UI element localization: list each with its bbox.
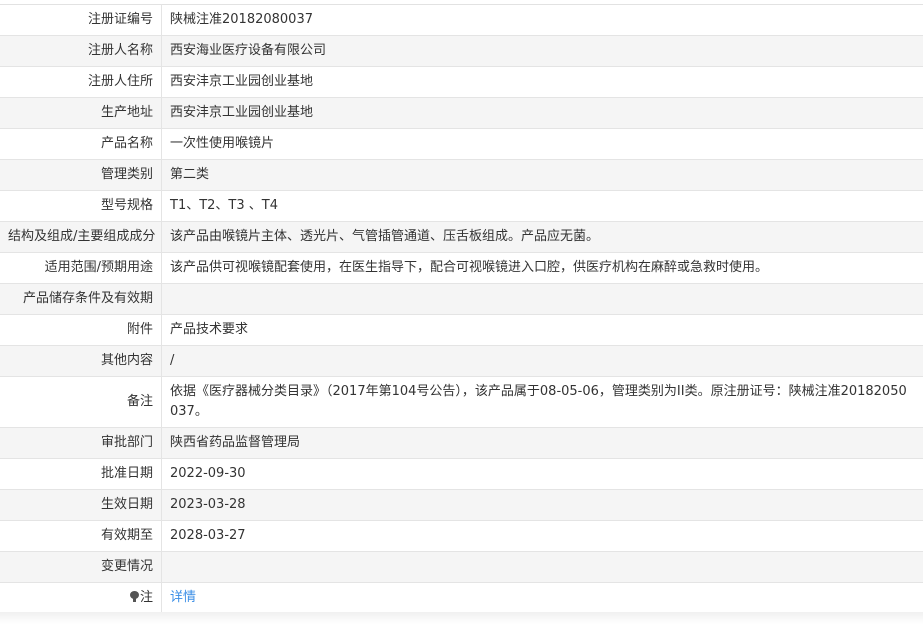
row-value: 2028-03-27 (161, 520, 923, 552)
page-bottom-shadow (0, 612, 923, 624)
row-value: 第二类 (161, 159, 923, 191)
note-label: 注 (139, 590, 153, 605)
row-label: 生产地址 (0, 97, 162, 129)
row-value: 西安沣京工业园创业基地 (161, 66, 923, 98)
table-row: 管理类别 第二类 (0, 159, 923, 191)
row-label: 注册证编号 (0, 4, 162, 36)
row-value: 该产品供可视喉镜配套使用，在医生指导下，配合可视喉镜进入口腔，供医疗机构在麻醉或… (161, 252, 923, 284)
note-value-cell: 详情 (161, 582, 923, 615)
table-row: 结构及组成/主要组成成分 该产品由喉镜片主体、透光片、气管插管通道、压舌板组成。… (0, 221, 923, 253)
table-row: 注册人名称 西安海业医疗设备有限公司 (0, 35, 923, 67)
row-label: 注册人名称 (0, 35, 162, 67)
bulb-icon (129, 591, 139, 602)
row-value (161, 551, 923, 583)
row-label: 批准日期 (0, 458, 162, 490)
row-label: 管理类别 (0, 159, 162, 191)
row-value: 依据《医疗器械分类目录》（2017年第104号公告），该产品属于08-05-06… (161, 376, 923, 428)
row-value: 2022-09-30 (161, 458, 923, 490)
row-label: 有效期至 (0, 520, 162, 552)
row-label: 附件 (0, 314, 162, 346)
row-value: T1、T2、T3 、T4 (161, 190, 923, 222)
table-row: 产品储存条件及有效期 (0, 283, 923, 315)
table-row: 其他内容 / (0, 345, 923, 377)
row-label: 结构及组成/主要组成成分 (0, 221, 162, 253)
table-row: 变更情况 (0, 551, 923, 583)
row-label: 产品储存条件及有效期 (0, 283, 162, 315)
row-value: 该产品由喉镜片主体、透光片、气管插管通道、压舌板组成。产品应无菌。 (161, 221, 923, 253)
row-label: 注册人住所 (0, 66, 162, 98)
table-row: 生产地址 西安沣京工业园创业基地 (0, 97, 923, 129)
row-value: 2023-03-28 (161, 489, 923, 521)
table-row: 有效期至 2028-03-27 (0, 520, 923, 552)
row-value: 西安沣京工业园创业基地 (161, 97, 923, 129)
details-link[interactable]: 详情 (170, 590, 196, 605)
table-row: 注册人住所 西安沣京工业园创业基地 (0, 66, 923, 98)
row-label: 审批部门 (0, 427, 162, 459)
row-value: 陕械注准20182080037 (161, 4, 923, 36)
row-value: / (161, 345, 923, 377)
table-row: 批准日期 2022-09-30 (0, 458, 923, 490)
row-value (161, 283, 923, 315)
table-row: 生效日期 2023-03-28 (0, 489, 923, 521)
row-label: 适用范围/预期用途 (0, 252, 162, 284)
table-row: 备注 依据《医疗器械分类目录》（2017年第104号公告），该产品属于08-05… (0, 376, 923, 428)
row-label: 其他内容 (0, 345, 162, 377)
row-label: 生效日期 (0, 489, 162, 521)
row-value: 一次性使用喉镜片 (161, 128, 923, 160)
table-row: 附件 产品技术要求 (0, 314, 923, 346)
row-value: 产品技术要求 (161, 314, 923, 346)
row-label: 变更情况 (0, 551, 162, 583)
row-label: 产品名称 (0, 128, 162, 160)
table-row: 产品名称 一次性使用喉镜片 (0, 128, 923, 160)
row-label: 型号规格 (0, 190, 162, 222)
table-row: 型号规格 T1、T2、T3 、T4 (0, 190, 923, 222)
row-value: 陕西省药品监督管理局 (161, 427, 923, 459)
registration-detail-table: 注册证编号 陕械注准20182080037 注册人名称 西安海业医疗设备有限公司… (0, 4, 923, 615)
note-row: 注 详情 (0, 582, 923, 615)
note-label-cell: 注 (0, 582, 162, 615)
row-value: 西安海业医疗设备有限公司 (161, 35, 923, 67)
table-row: 注册证编号 陕械注准20182080037 (0, 4, 923, 36)
table-row: 适用范围/预期用途 该产品供可视喉镜配套使用，在医生指导下，配合可视喉镜进入口腔… (0, 252, 923, 284)
table-row: 审批部门 陕西省药品监督管理局 (0, 427, 923, 459)
row-label: 备注 (0, 376, 162, 428)
